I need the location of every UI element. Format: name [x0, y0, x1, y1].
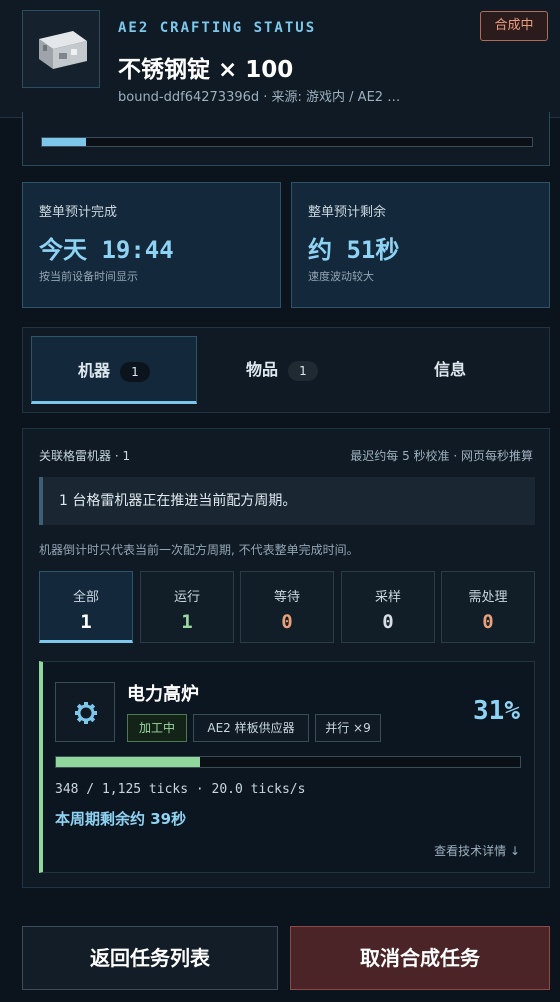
eta-remaining-label: 整单预计剩余: [308, 205, 387, 220]
machine-filter-group: 全部 1 运行 1 等待 0 采样 0 需处理 0: [39, 571, 535, 643]
filter-needs-attention[interactable]: 需处理 0: [441, 571, 535, 643]
job-meta: bound-ddf64273396d · 来源: 游戏内 / AE2 …: [118, 90, 401, 105]
machine-percent: 31%: [473, 696, 520, 726]
filter-running[interactable]: 运行 1: [140, 571, 234, 643]
eta-complete-label: 整单预计完成: [39, 205, 118, 220]
machine-parallel-chip: 并行 ×9: [315, 714, 381, 742]
eta-complete-note: 按当前设备时间显示: [39, 270, 138, 283]
status-badge: 合成中: [480, 11, 548, 41]
machine-ticks: 348 / 1,125 ticks · 20.0 ticks/s: [55, 782, 306, 797]
tab-items[interactable]: 物品 1: [199, 336, 365, 404]
page-title: 不锈钢锭 × 100: [118, 57, 294, 83]
filter-all-count: 1: [80, 611, 92, 633]
machine-card: 电力高炉 31% 加工中 AE2 样板供应器 并行 ×9 348 / 1,125…: [39, 661, 535, 873]
machines-panel: 关联格雷机器 · 1 最迟约每 5 秒校准 · 网页每秒推算 1 台格雷机器正在…: [22, 428, 550, 888]
cancel-craft-button[interactable]: 取消合成任务: [290, 926, 550, 990]
filter-needs-attention-count: 0: [482, 611, 494, 633]
machines-header: 关联格雷机器 · 1: [39, 449, 131, 463]
header: AE2 CRAFTING STATUS 不锈钢锭 × 100 bound-ddf…: [0, 0, 560, 118]
tech-details-link[interactable]: 查看技术详情 ↓: [434, 842, 520, 859]
machine-state-chip: 加工中: [127, 714, 187, 742]
gear-icon: [75, 702, 97, 724]
item-thumbnail: [22, 10, 100, 88]
eta-remaining-card: 整单预计剩余 约 51秒 速度波动较大: [291, 182, 550, 308]
filter-all-label: 全部: [72, 590, 99, 605]
back-to-list-button[interactable]: 返回任务列表: [22, 926, 278, 990]
machine-progress-fill: [56, 757, 200, 767]
machine-cycle-remaining: 本周期剩余约 39秒: [55, 810, 187, 828]
filter-waiting-label: 等待: [273, 590, 300, 605]
tab-machines-label: 机器: [77, 361, 110, 380]
tab-machines-count: 1: [120, 361, 150, 382]
machines-notice: 1 台格雷机器正在推进当前配方周期。: [39, 477, 535, 525]
eta-remaining-note: 速度波动较大: [308, 270, 374, 283]
machines-sync-note: 最迟约每 5 秒校准 · 网页每秒推算: [350, 449, 533, 463]
machines-disclaimer: 机器倒计时只代表当前一次配方周期, 不代表整单完成时间。: [39, 543, 359, 557]
filter-sampling-count: 0: [382, 611, 394, 633]
eta-complete-card: 整单预计完成 今天 19:44 按当前设备时间显示: [22, 182, 281, 308]
stainless-steel-ingot-icon: [39, 31, 87, 69]
filter-sampling[interactable]: 采样 0: [341, 571, 435, 643]
eta-remaining-value: 约 51秒: [308, 236, 400, 264]
filter-sampling-label: 采样: [374, 590, 401, 605]
tab-items-label: 物品: [245, 360, 278, 379]
machine-progress-bar: [55, 756, 521, 768]
eta-complete-value: 今天 19:44: [39, 236, 174, 264]
tab-machines[interactable]: 机器 1: [31, 336, 197, 404]
tab-bar: 机器 1 物品 1 信息: [22, 327, 550, 413]
machine-name: 电力高炉: [127, 684, 199, 705]
overall-progress-card: [22, 112, 550, 166]
page-subtitle: AE2 CRAFTING STATUS: [118, 20, 317, 36]
overall-progress-bar: [41, 137, 533, 147]
tab-items-count: 1: [288, 360, 318, 381]
overall-progress-fill: [42, 138, 87, 146]
tab-info[interactable]: 信息: [367, 336, 533, 404]
filter-waiting[interactable]: 等待 0: [240, 571, 334, 643]
machine-icon-box: [55, 682, 115, 742]
tab-info-label: 信息: [433, 360, 466, 379]
filter-running-label: 运行: [173, 590, 200, 605]
filter-running-count: 1: [181, 611, 193, 633]
machine-source-chip: AE2 样板供应器: [193, 714, 309, 742]
filter-needs-attention-label: 需处理: [468, 590, 508, 605]
filter-waiting-count: 0: [281, 611, 293, 633]
filter-all[interactable]: 全部 1: [39, 571, 133, 643]
